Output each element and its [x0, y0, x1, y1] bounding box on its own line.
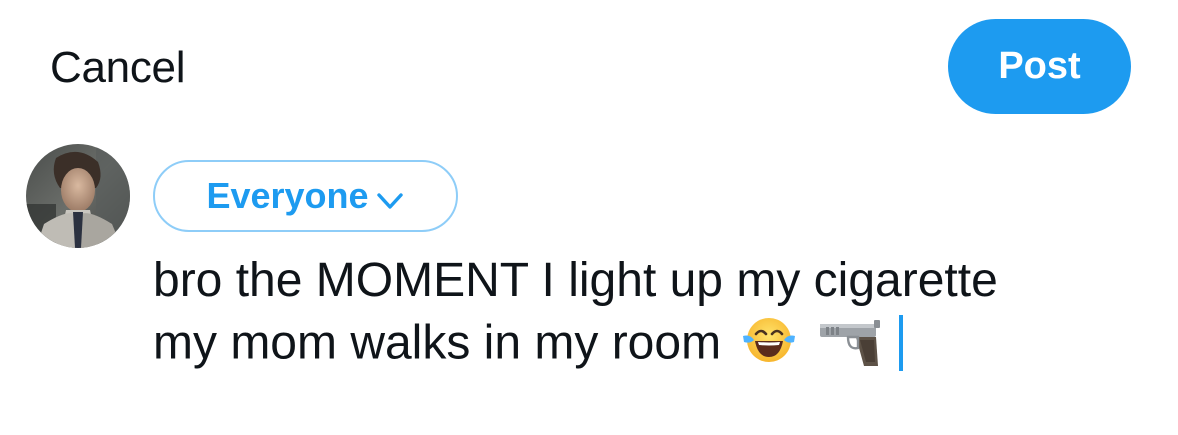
pistol-icon: [818, 310, 884, 382]
cancel-button[interactable]: Cancel: [50, 42, 185, 94]
post-text-line-1: bro the MOMENT I light up my cigarette: [153, 254, 998, 307]
text-cursor: [899, 315, 904, 371]
post-text-line-2-row: my mom walks in my room: [153, 310, 1133, 382]
post-button[interactable]: Post: [948, 19, 1131, 114]
avatar[interactable]: [26, 144, 130, 248]
post-text-area[interactable]: bro the MOMENT I light up my cigarette m…: [153, 252, 1133, 382]
post-text-line-2: my mom walks in my room: [153, 316, 722, 370]
avatar-photo: [26, 144, 130, 248]
chevron-down-icon: [375, 183, 405, 213]
audience-selector[interactable]: Everyone: [153, 160, 458, 232]
compose-screen: Cancel Post Everyone bro the MOMENT I li…: [0, 0, 1178, 435]
audience-label: Everyone: [206, 175, 369, 216]
face-with-tears-of-joy-icon: [740, 310, 798, 382]
